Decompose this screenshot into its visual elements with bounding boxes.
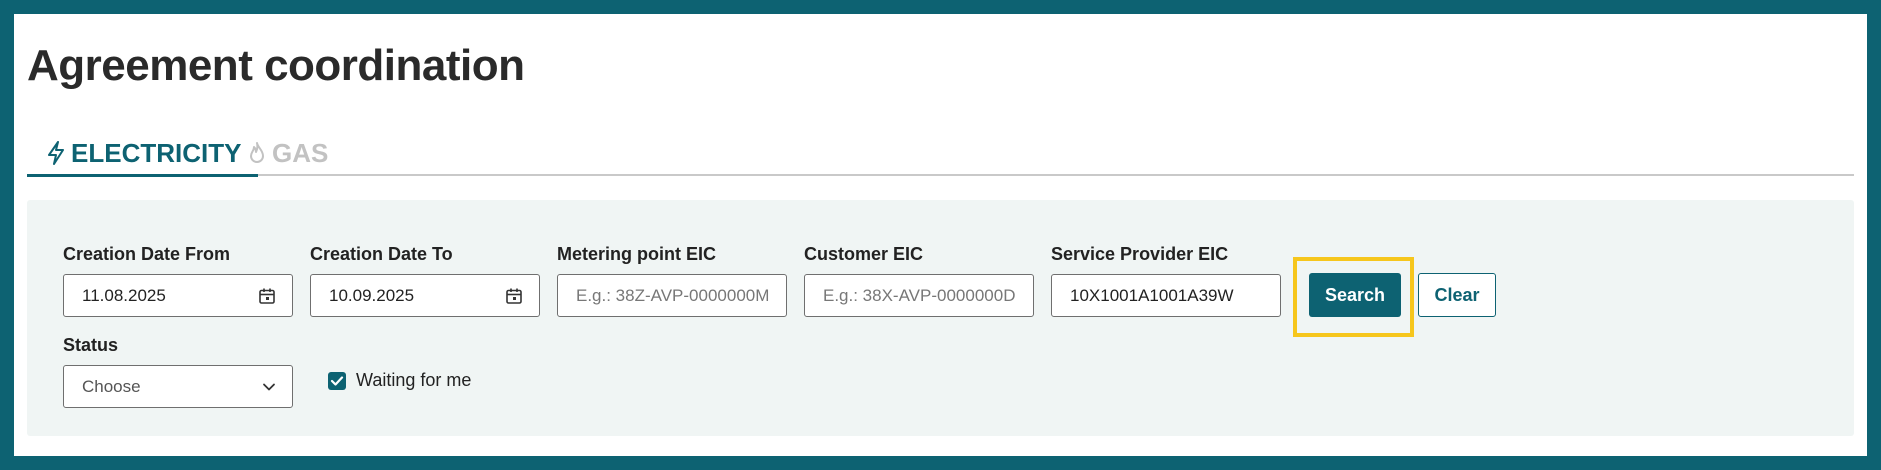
customer-eic-label: Customer EIC: [804, 244, 924, 264]
creation-date-to-label: Creation Date To: [310, 244, 453, 264]
service-provider-eic-input[interactable]: [1070, 285, 1264, 306]
waiting-for-me-checkbox[interactable]: [328, 371, 346, 390]
customer-eic-field[interactable]: [804, 274, 1034, 317]
status-selected-value: Choose: [82, 376, 141, 396]
creation-date-to-value: 10.09.2025: [329, 285, 415, 305]
metering-point-eic-field[interactable]: [557, 274, 787, 317]
creation-date-from-label: Creation Date From: [63, 244, 231, 264]
flame-icon: [248, 141, 266, 165]
filter-panel: Creation Date From 11.08.2025 Creation D…: [27, 200, 1854, 436]
creation-date-from-field[interactable]: 11.08.2025: [63, 274, 293, 317]
service-provider-eic-label: Service Provider EIC: [1051, 244, 1229, 264]
tab-gas-label: GAS: [272, 137, 329, 168]
lightning-icon: [47, 141, 65, 165]
app-frame: Agreement coordination ELECTRICITY GAS C…: [14, 14, 1867, 456]
search-button[interactable]: Search: [1309, 273, 1401, 317]
waiting-for-me-option[interactable]: Waiting for me: [328, 370, 471, 391]
service-provider-eic-field[interactable]: [1051, 274, 1281, 317]
metering-point-eic-input[interactable]: [576, 285, 770, 306]
metering-point-eic-label: Metering point EIC: [557, 244, 716, 264]
checkmark-icon: [330, 375, 344, 386]
status-label: Status: [63, 335, 119, 355]
clear-button[interactable]: Clear: [1418, 273, 1496, 317]
tab-electricity[interactable]: ELECTRICITY: [27, 132, 259, 177]
calendar-icon[interactable]: [258, 287, 276, 305]
commodity-tabs: ELECTRICITY GAS: [27, 132, 1854, 177]
chevron-down-icon: [262, 382, 276, 392]
creation-date-from-value: 11.08.2025: [82, 285, 166, 305]
page-title: Agreement coordination: [27, 41, 525, 90]
tab-electricity-label: ELECTRICITY: [71, 137, 242, 168]
tab-gas[interactable]: GAS: [248, 132, 328, 174]
calendar-icon[interactable]: [505, 287, 523, 305]
status-select[interactable]: Choose: [63, 365, 293, 408]
customer-eic-input[interactable]: [823, 285, 1017, 306]
waiting-for-me-label: Waiting for me: [356, 370, 472, 390]
creation-date-to-field[interactable]: 10.09.2025: [310, 274, 540, 317]
